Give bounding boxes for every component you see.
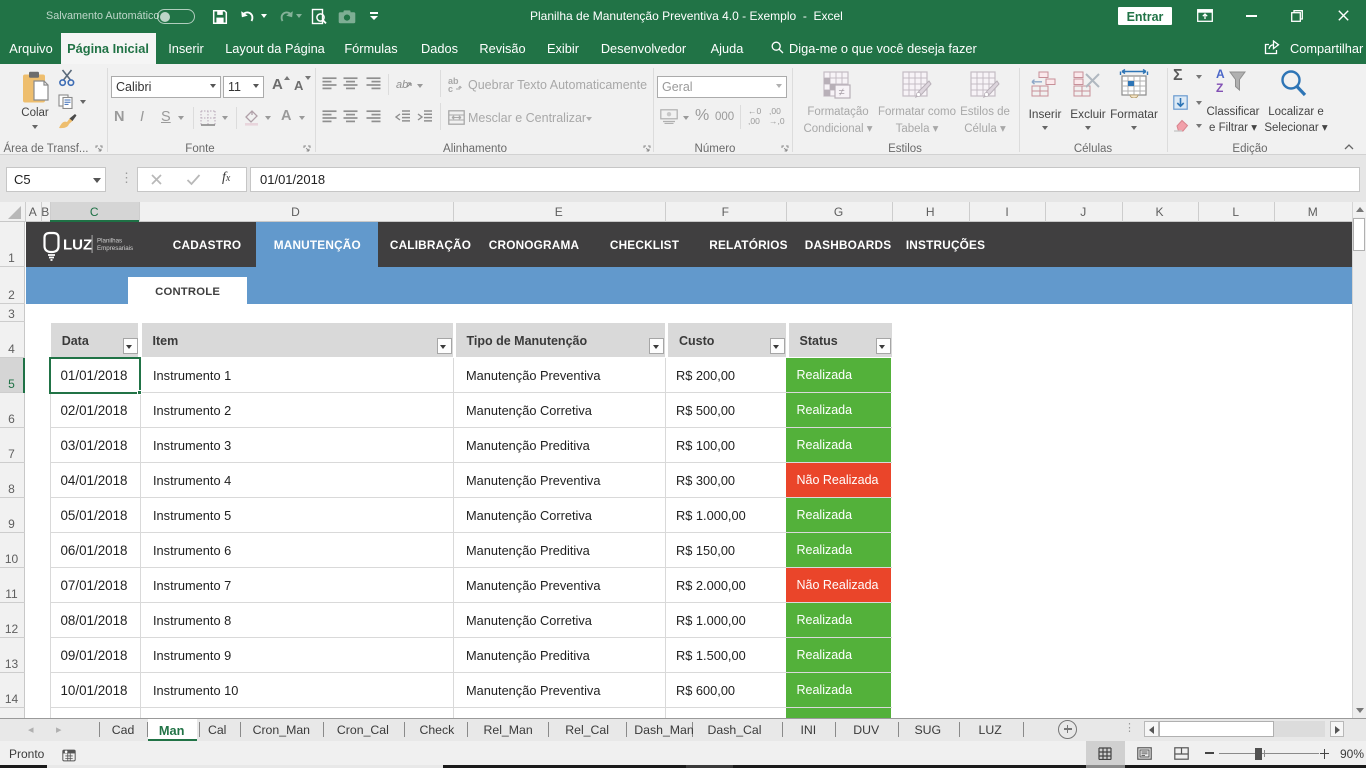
svg-text:ab: ab	[396, 79, 408, 91]
svg-text:c: c	[448, 84, 453, 93]
svg-text:Empresariais: Empresariais	[97, 245, 133, 252]
svg-text:≠: ≠	[839, 87, 845, 99]
svg-text:Planilhas: Planilhas	[97, 238, 122, 245]
svg-text:LUZ: LUZ	[63, 237, 92, 254]
